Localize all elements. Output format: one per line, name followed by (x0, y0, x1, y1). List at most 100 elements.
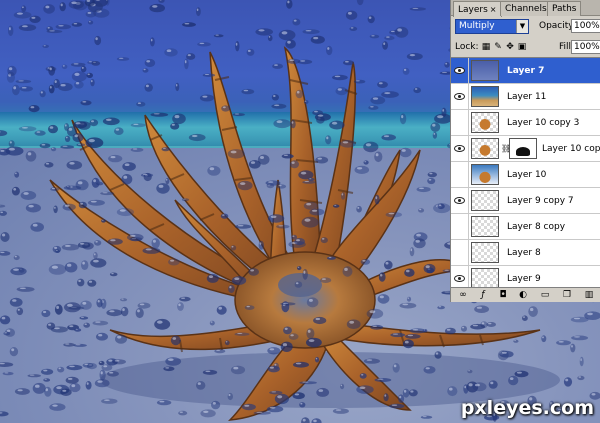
layer-row[interactable]: Layer 8 (451, 240, 600, 266)
rain-drop-highlight (73, 23, 78, 25)
rain-drop-highlight (27, 152, 32, 156)
rain-drop-highlight (15, 172, 17, 175)
rain-drop (54, 304, 63, 315)
visibility-toggle[interactable] (451, 84, 469, 110)
rain-drop-highlight (514, 340, 516, 342)
rain-drop-highlight (573, 317, 581, 320)
rain-drop (366, 308, 384, 319)
layer-name: Layer 10 copy 3 (507, 118, 580, 128)
rain-drop-highlight (1, 316, 6, 320)
rain-drop-highlight (313, 419, 317, 423)
layer-row[interactable]: Layer 9 copy 7 (451, 188, 600, 214)
lock-transparency-icon[interactable]: ▦ (481, 42, 491, 52)
rain-drop-highlight (13, 268, 19, 271)
rain-drop-highlight (137, 102, 141, 104)
visibility-toggle[interactable] (451, 266, 469, 287)
rain-drop (556, 340, 571, 346)
rain-drop-highlight (250, 161, 256, 164)
rain-drop (77, 278, 85, 287)
visibility-toggle[interactable] (451, 162, 469, 188)
rain-drop-highlight (383, 135, 390, 138)
fx-icon[interactable]: ƒ (477, 289, 489, 301)
rain-drop-highlight (75, 344, 81, 346)
adjustment-icon[interactable]: ◐ (517, 289, 529, 301)
rain-drop (367, 15, 375, 24)
rain-drop-highlight (45, 5, 50, 9)
rain-drop (2, 371, 14, 376)
rain-drop (15, 79, 32, 84)
visibility-toggle[interactable] (451, 188, 469, 214)
visibility-toggle[interactable] (451, 240, 469, 266)
rain-drop-highlight (305, 30, 312, 32)
rain-drop (470, 323, 485, 330)
link-icon[interactable]: ∞ (457, 289, 469, 301)
rain-drop-highlight (297, 266, 300, 268)
rain-drop-highlight (274, 64, 278, 66)
layer-row[interactable]: Layer 10 (451, 162, 600, 188)
layer-row[interactable]: Layer 10 copy 3 (451, 110, 600, 136)
rain-drop-highlight (19, 287, 26, 290)
rain-drop-highlight (240, 182, 246, 186)
rain-drop (420, 415, 433, 419)
rain-drop-highlight (344, 267, 348, 271)
opacity-input[interactable]: 100% (571, 19, 600, 33)
visibility-toggle[interactable] (451, 136, 469, 162)
lock-all-icon[interactable]: ▣ (517, 42, 527, 52)
layer-row[interactable]: Layer 7 (451, 58, 600, 84)
rain-drop (308, 177, 315, 182)
rain-drop (63, 342, 75, 347)
rain-drop (0, 251, 11, 256)
fill-input[interactable]: 100% (571, 40, 600, 54)
layer-row[interactable]: Layer 9 (451, 266, 600, 287)
tab-channels[interactable]: Channels (500, 1, 552, 16)
mask-icon[interactable]: ◘ (497, 289, 509, 301)
rain-drop (399, 113, 407, 125)
lock-move-icon[interactable]: ✥ (505, 42, 515, 52)
tab-paths[interactable]: Paths (547, 1, 582, 16)
rain-drop-highlight (75, 82, 80, 85)
rain-drop-highlight (56, 305, 59, 309)
tab-layers[interactable]: Layers × (453, 1, 502, 17)
rain-drop-highlight (362, 259, 366, 262)
visibility-toggle[interactable] (451, 214, 469, 240)
lock-paint-icon[interactable]: ✎ (493, 42, 503, 52)
rain-drop (112, 359, 126, 365)
rain-drop-highlight (271, 391, 277, 393)
layer-row[interactable]: ⛓ Layer 10 copy (451, 136, 600, 162)
folder-icon[interactable]: ▭ (539, 289, 551, 301)
rain-drop (374, 151, 383, 163)
rain-drop (241, 403, 256, 411)
rain-drop (81, 260, 89, 270)
rain-drop-highlight (384, 394, 387, 397)
close-icon[interactable]: × (490, 5, 497, 14)
rain-drop-highlight (437, 115, 444, 119)
layer-row[interactable]: Layer 8 copy (451, 214, 600, 240)
rain-drop-highlight (122, 308, 125, 312)
rain-drop (303, 201, 318, 210)
trash-icon[interactable]: ▥ (583, 289, 595, 301)
layer-row[interactable]: Layer 11 (451, 84, 600, 110)
rain-drop-highlight (43, 45, 46, 47)
eye-icon (454, 93, 465, 100)
rain-drop (61, 243, 80, 251)
rain-drop-highlight (82, 101, 87, 103)
rain-drop-highlight (313, 36, 319, 40)
layer-mask-thumbnail[interactable] (509, 138, 537, 159)
rain-drop (87, 60, 97, 65)
visibility-toggle[interactable] (451, 58, 469, 84)
rain-drop (71, 22, 83, 27)
rain-drop (186, 53, 196, 60)
rain-drop-highlight (77, 181, 83, 185)
rain-drop-highlight (114, 360, 120, 362)
tab-layers-label: Layers (458, 5, 488, 15)
rain-drop (326, 45, 333, 56)
rain-drop-highlight (174, 115, 180, 119)
rain-drop-highlight (371, 35, 375, 37)
blend-mode-select[interactable]: Multiply ▼ (455, 19, 529, 34)
rain-drop (199, 94, 215, 102)
new-layer-icon[interactable]: ❐ (561, 289, 573, 301)
rain-drop-highlight (115, 128, 120, 131)
rain-drop (404, 268, 415, 277)
rain-drop (55, 24, 71, 30)
visibility-toggle[interactable] (451, 110, 469, 136)
